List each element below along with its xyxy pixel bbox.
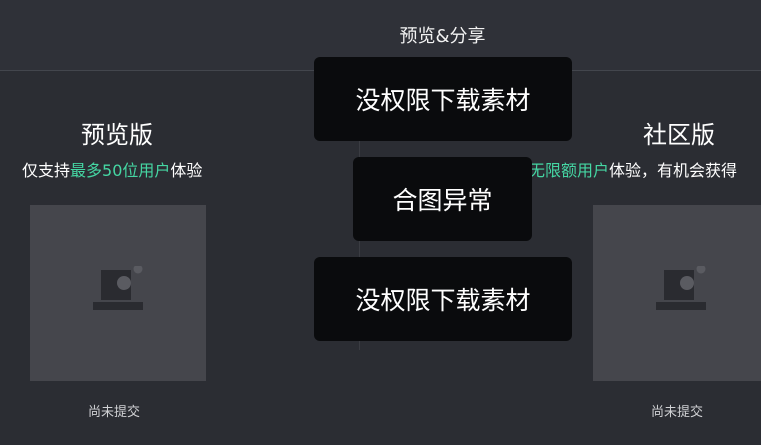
preview-desc-highlight: 最多50位用户 bbox=[70, 161, 171, 180]
toast-no-download-permission: 没权限下载素材 bbox=[314, 257, 572, 341]
preview-desc-suffix: 体验 bbox=[170, 161, 203, 180]
community-status: 尚未提交 bbox=[651, 405, 704, 420]
top-hat-icon bbox=[656, 266, 706, 310]
community-description: 支持无限额用户体验，有机会获得 bbox=[497, 157, 737, 181]
community-thumbnail[interactable] bbox=[593, 205, 761, 381]
community-title: 社区版 bbox=[643, 121, 715, 149]
preview-desc-prefix: 仅支持 bbox=[22, 161, 71, 180]
preview-description: 仅支持最多50位用户体验 bbox=[22, 157, 202, 181]
preview-title: 预览版 bbox=[81, 121, 153, 149]
community-desc-highlight: 无限额用户 bbox=[529, 161, 610, 180]
community-desc-suffix: 体验，有机会获得 bbox=[609, 161, 738, 180]
top-hat-icon bbox=[93, 266, 143, 310]
preview-thumbnail[interactable] bbox=[30, 205, 206, 381]
toast-no-download-permission: 没权限下载素材 bbox=[314, 57, 572, 141]
preview-share-page: 预览&分享 预览版 仅支持最多50位用户体验 尚未提交 社区版 支持无限额用户体… bbox=[0, 0, 761, 445]
preview-status: 尚未提交 bbox=[88, 405, 141, 420]
page-title: 预览&分享 bbox=[399, 26, 486, 47]
toast-merge-error: 合图异常 bbox=[353, 157, 532, 241]
